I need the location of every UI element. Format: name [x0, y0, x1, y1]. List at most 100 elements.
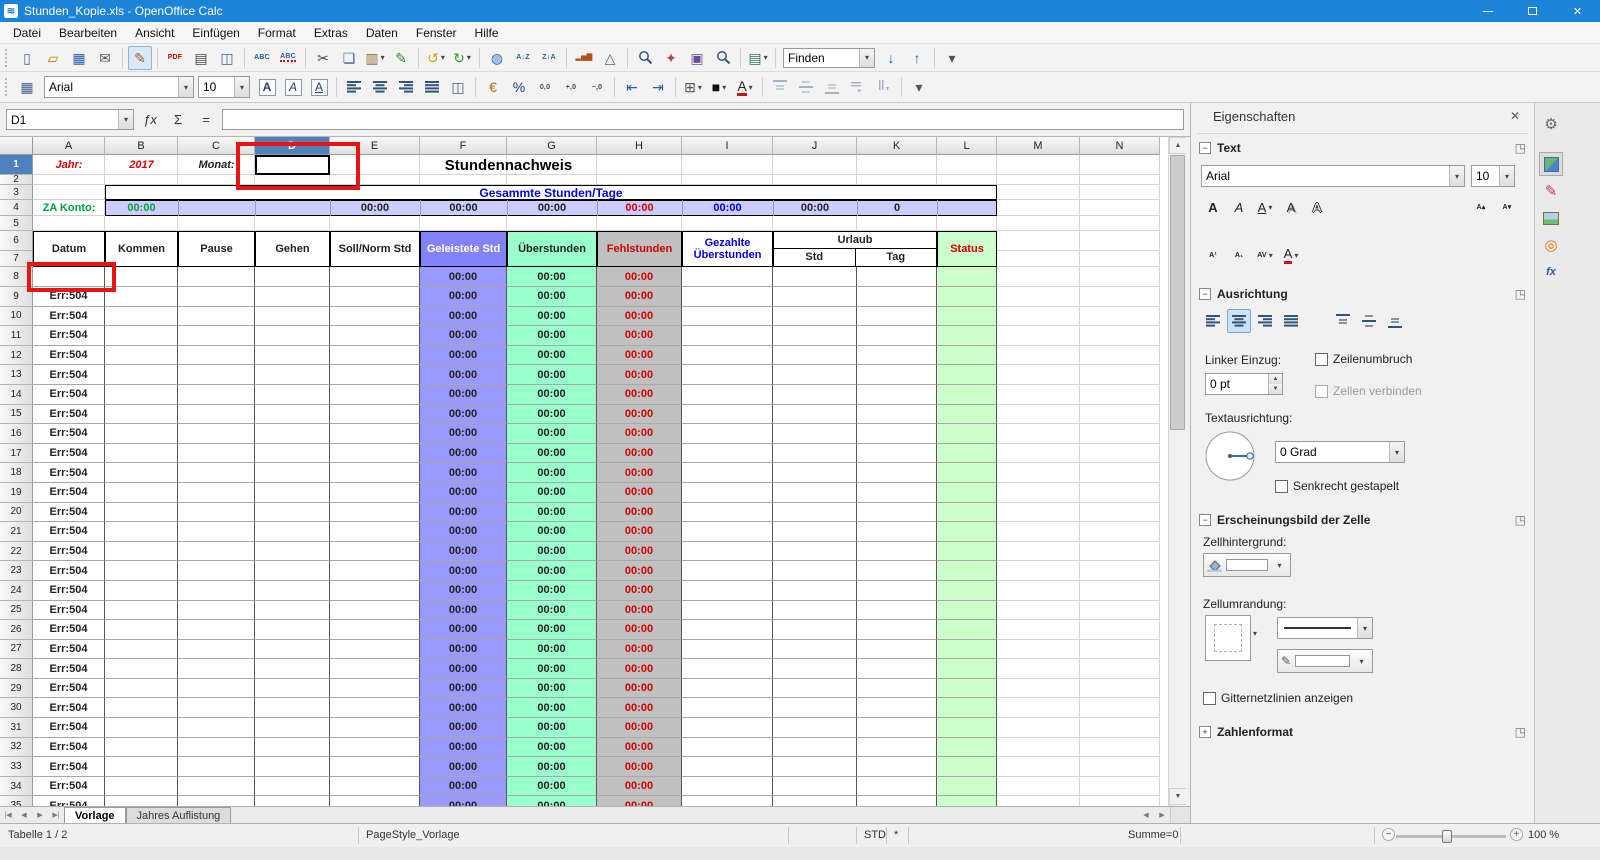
cell-K29[interactable]	[857, 679, 937, 699]
cell-E20[interactable]	[330, 503, 420, 523]
font-size-combo[interactable]: ▾	[198, 76, 250, 98]
cell-E12[interactable]	[330, 346, 420, 366]
cell-G27[interactable]: 00:00	[507, 640, 597, 660]
cell-D5[interactable]	[255, 216, 330, 231]
cell-C6[interactable]	[178, 231, 255, 251]
hyperlink-icon[interactable]: ◍	[485, 46, 509, 70]
sb-shadow-icon[interactable]: A	[1279, 195, 1303, 219]
cell-E11[interactable]	[330, 326, 420, 346]
first-sheet-button[interactable]: |◀	[0, 807, 16, 823]
cell-F5[interactable]	[420, 216, 507, 231]
cell-B14[interactable]	[105, 385, 178, 405]
row-header-21[interactable]: 21	[0, 522, 33, 542]
redo-icon[interactable]: ↻▾	[450, 46, 474, 70]
cell-D2[interactable]	[255, 175, 330, 185]
cell-M32[interactable]	[997, 738, 1080, 758]
sidebar-font-name-input[interactable]	[1202, 166, 1449, 186]
cell-N8[interactable]	[1080, 267, 1160, 287]
cell-K31[interactable]	[857, 718, 937, 738]
cell-F9[interactable]: 00:00	[420, 287, 507, 307]
cell-G35[interactable]: 00:00	[507, 796, 597, 806]
cell-G10[interactable]: 00:00	[507, 307, 597, 327]
cell-C17[interactable]	[178, 444, 255, 464]
text-dialog-launcher-icon[interactable]: ◳	[1515, 141, 1526, 155]
row-header-20[interactable]: 20	[0, 503, 33, 523]
cell-M2[interactable]	[997, 175, 1080, 185]
rotation-dial[interactable]	[1203, 429, 1257, 486]
row-header-34[interactable]: 34	[0, 777, 33, 797]
cell-H1[interactable]	[597, 155, 682, 175]
cell-M25[interactable]	[997, 601, 1080, 621]
cell-B21[interactable]	[105, 522, 178, 542]
cell-H23[interactable]: 00:00	[597, 561, 682, 581]
sum-button[interactable]: Σ	[166, 109, 190, 131]
zoom-icon[interactable]	[711, 46, 735, 70]
cell-I31[interactable]	[682, 718, 773, 738]
cell-B26[interactable]	[105, 620, 178, 640]
cell-N24[interactable]	[1080, 581, 1160, 601]
cell-G3[interactable]	[507, 185, 597, 200]
cell-I26[interactable]	[682, 620, 773, 640]
cell-L18[interactable]	[937, 463, 997, 483]
merge-cells-icon[interactable]: ◫	[446, 75, 470, 99]
cell-K9[interactable]	[857, 287, 937, 307]
cell-G31[interactable]: 00:00	[507, 718, 597, 738]
row-header-28[interactable]: 28	[0, 659, 33, 679]
row-header-2[interactable]: 2	[0, 175, 33, 185]
cell-N1[interactable]	[1080, 155, 1160, 175]
font-size-input[interactable]	[199, 77, 234, 97]
row-header-3[interactable]: 3	[0, 185, 33, 200]
cell-C1[interactable]	[178, 155, 255, 175]
chevron-down-icon[interactable]: ▾	[1253, 629, 1257, 638]
cell-D1[interactable]	[255, 155, 330, 175]
cell-H31[interactable]: 00:00	[597, 718, 682, 738]
cell-A23[interactable]: Err:504	[33, 561, 105, 581]
cell-I14[interactable]	[682, 385, 773, 405]
cell-N18[interactable]	[1080, 463, 1160, 483]
cell-C13[interactable]	[178, 365, 255, 385]
cell-I12[interactable]	[682, 346, 773, 366]
chevron-down-icon[interactable]: ▾	[1354, 657, 1369, 666]
cell-A20[interactable]: Err:504	[33, 503, 105, 523]
sidebar-font-name-combo[interactable]: ▾	[1201, 165, 1465, 187]
cell-J24[interactable]	[773, 581, 857, 601]
cell-E34[interactable]	[330, 777, 420, 797]
cell-G6[interactable]	[507, 231, 597, 251]
cell-H2[interactable]	[597, 175, 682, 185]
align-right-icon[interactable]	[394, 75, 418, 99]
cell-K20[interactable]	[857, 503, 937, 523]
cell-H29[interactable]: 00:00	[597, 679, 682, 699]
cell-M20[interactable]	[997, 503, 1080, 523]
prev-sheet-button[interactable]: ◀	[16, 807, 32, 823]
cell-D27[interactable]	[255, 640, 330, 660]
align-justify-icon[interactable]	[420, 75, 444, 99]
paste-icon[interactable]: ▥▾	[363, 46, 387, 70]
cell-H28[interactable]: 00:00	[597, 659, 682, 679]
font-name-combo[interactable]: ▾	[44, 76, 194, 98]
cell-C2[interactable]	[178, 175, 255, 185]
cell-A5[interactable]	[33, 216, 105, 231]
cell-N23[interactable]	[1080, 561, 1160, 581]
cell-E24[interactable]	[330, 581, 420, 601]
cell-D32[interactable]	[255, 738, 330, 758]
cell-M19[interactable]	[997, 483, 1080, 503]
cell-G8[interactable]: 00:00	[507, 267, 597, 287]
cell-D12[interactable]	[255, 346, 330, 366]
bold-icon[interactable]: A	[255, 75, 279, 99]
function-wizard-button[interactable]: ƒx	[138, 109, 162, 131]
cell-F6[interactable]	[420, 231, 507, 251]
cell-M29[interactable]	[997, 679, 1080, 699]
cell-D10[interactable]	[255, 307, 330, 327]
checkbox-icon[interactable]	[1315, 353, 1328, 366]
percent-format-icon[interactable]: %	[507, 75, 531, 99]
close-button[interactable]: ✕	[1555, 0, 1600, 22]
cell-G18[interactable]: 00:00	[507, 463, 597, 483]
cell-J16[interactable]	[773, 424, 857, 444]
cell-I29[interactable]	[682, 679, 773, 699]
row-header-19[interactable]: 19	[0, 483, 33, 503]
cell-H13[interactable]: 00:00	[597, 365, 682, 385]
cell-M5[interactable]	[997, 216, 1080, 231]
cell-B6[interactable]	[105, 231, 178, 251]
cell-C18[interactable]	[178, 463, 255, 483]
cell-reference-input[interactable]	[7, 110, 118, 129]
